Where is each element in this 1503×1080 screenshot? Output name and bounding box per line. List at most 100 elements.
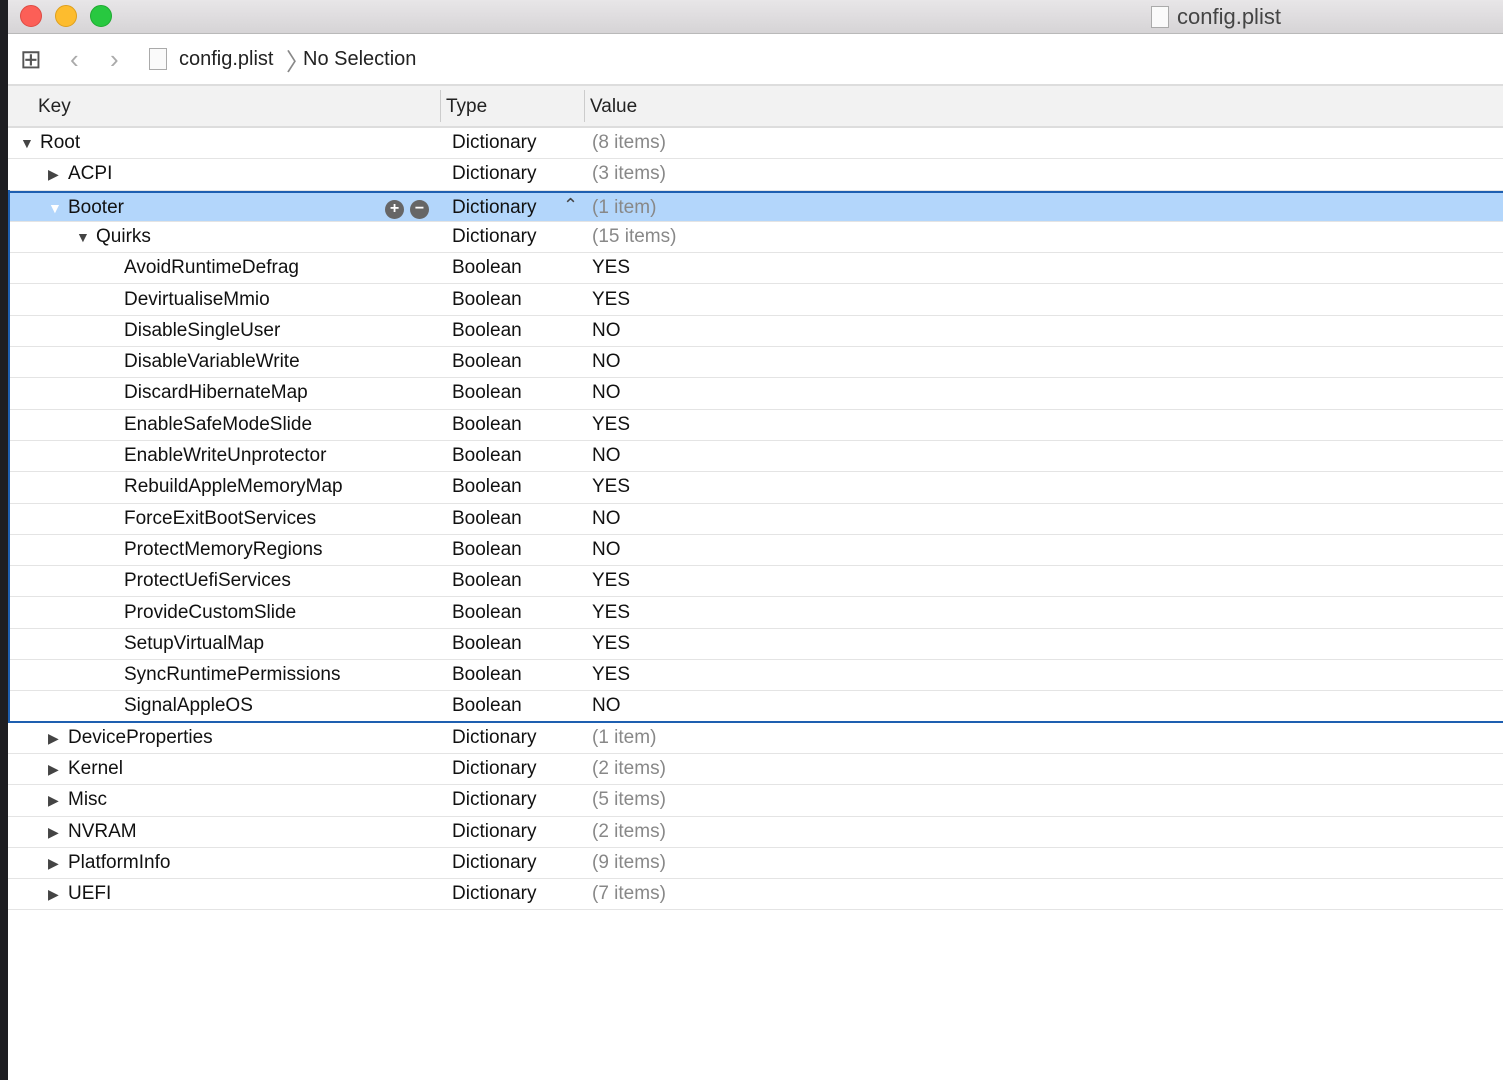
plist-row[interactable]: DisableVariableWrite Boolean NO	[8, 347, 1503, 379]
row-value[interactable]: NO	[592, 320, 621, 342]
row-key[interactable]: SetupVirtualMap	[124, 633, 264, 655]
row-type[interactable]: Dictionary	[452, 226, 536, 248]
plist-row[interactable]: EnableSafeModeSlide Boolean YES	[8, 410, 1503, 441]
row-key[interactable]: ForceExitBootServices	[124, 508, 316, 530]
row-key[interactable]: EnableSafeModeSlide	[124, 414, 312, 436]
plist-row[interactable]: ▶ NVRAM Dictionary (2 items)	[8, 817, 1503, 848]
row-key[interactable]: ProtectUefiServices	[124, 570, 291, 592]
row-value[interactable]: (1 item)	[592, 197, 656, 219]
disclosure-triangle-icon[interactable]: ▶	[48, 855, 59, 872]
row-type[interactable]: Boolean	[452, 382, 522, 404]
type-stepper-icon[interactable]: ⌃	[563, 195, 578, 216]
plist-row[interactable]: RebuildAppleMemoryMap Boolean YES	[8, 472, 1503, 504]
breadcrumb-file[interactable]: config.plist	[179, 48, 274, 71]
row-type[interactable]: Dictionary	[452, 163, 536, 185]
row-value[interactable]: NO	[592, 695, 621, 717]
row-value[interactable]: (2 items)	[592, 758, 666, 780]
row-key[interactable]: Root	[40, 132, 80, 154]
row-type[interactable]: Boolean	[452, 289, 522, 311]
row-value[interactable]: (15 items)	[592, 226, 676, 248]
plist-row[interactable]: ▼ Quirks Dictionary (15 items)	[8, 222, 1503, 254]
disclosure-triangle-icon[interactable]: ▶	[48, 886, 59, 903]
column-type[interactable]: Type	[446, 96, 487, 118]
row-value[interactable]: YES	[592, 570, 630, 592]
plist-row[interactable]: ProtectMemoryRegions Boolean NO	[8, 535, 1503, 567]
row-value[interactable]: (7 items)	[592, 883, 666, 905]
row-key[interactable]: Quirks	[96, 226, 151, 248]
row-value[interactable]: YES	[592, 289, 630, 311]
row-type[interactable]: Boolean	[452, 257, 522, 279]
row-value[interactable]: (5 items)	[592, 789, 666, 811]
row-key[interactable]: Booter	[68, 197, 124, 219]
plist-row[interactable]: ▶ ACPI Dictionary (3 items)	[8, 159, 1503, 191]
disclosure-triangle-icon[interactable]: ▼	[76, 229, 90, 245]
row-type[interactable]: Boolean	[452, 664, 522, 686]
plist-row[interactable]: SyncRuntimePermissions Boolean YES	[8, 660, 1503, 692]
breadcrumb-selection[interactable]: No Selection	[303, 48, 416, 71]
row-key[interactable]: ACPI	[68, 163, 112, 185]
row-type[interactable]: Boolean	[452, 445, 522, 467]
add-item-icon[interactable]: +	[385, 199, 404, 219]
row-type[interactable]: Boolean	[452, 508, 522, 530]
row-key[interactable]: EnableWriteUnprotector	[124, 445, 326, 467]
disclosure-triangle-icon[interactable]: ▶	[48, 824, 59, 841]
plist-row[interactable]: ▶ DeviceProperties Dictionary (1 item)	[8, 723, 1503, 754]
row-type[interactable]: Boolean	[452, 320, 522, 342]
plist-row[interactable]: ▼ Booter + − ⌃ Dictionary (1 item)	[8, 190, 1503, 222]
row-value[interactable]: YES	[592, 602, 630, 624]
plist-row[interactable]: SetupVirtualMap Boolean YES	[8, 629, 1503, 661]
row-value[interactable]: NO	[592, 382, 621, 404]
row-type[interactable]: Dictionary	[452, 197, 536, 219]
row-value[interactable]: (2 items)	[592, 821, 666, 843]
disclosure-triangle-icon[interactable]: ▶	[48, 730, 59, 747]
plist-row[interactable]: SignalAppleOS Boolean NO	[8, 691, 1503, 723]
row-key[interactable]: UEFI	[68, 883, 111, 905]
column-divider[interactable]	[584, 90, 585, 122]
close-button[interactable]	[20, 5, 42, 27]
row-type[interactable]: Dictionary	[452, 727, 536, 749]
row-type[interactable]: Boolean	[452, 602, 522, 624]
row-type[interactable]: Dictionary	[452, 758, 536, 780]
row-type[interactable]: Boolean	[452, 695, 522, 717]
forward-icon[interactable]: ›	[110, 44, 119, 75]
row-key[interactable]: PlatformInfo	[68, 852, 170, 874]
disclosure-triangle-icon[interactable]: ▶	[48, 792, 59, 809]
row-key[interactable]: RebuildAppleMemoryMap	[124, 476, 343, 498]
column-value[interactable]: Value	[590, 96, 637, 118]
row-value[interactable]: NO	[592, 445, 621, 467]
row-type[interactable]: Dictionary	[452, 132, 536, 154]
row-value[interactable]: YES	[592, 414, 630, 436]
plist-row[interactable]: EnableWriteUnprotector Boolean NO	[8, 441, 1503, 473]
row-value[interactable]: YES	[592, 664, 630, 686]
plist-row[interactable]: ▶ UEFI Dictionary (7 items)	[8, 879, 1503, 911]
column-key[interactable]: Key	[38, 96, 71, 118]
disclosure-triangle-icon[interactable]: ▼	[20, 135, 34, 151]
minimize-button[interactable]	[55, 5, 77, 27]
row-key[interactable]: NVRAM	[68, 821, 137, 843]
row-key[interactable]: DisableSingleUser	[124, 320, 280, 342]
column-divider[interactable]	[440, 90, 441, 122]
plist-row[interactable]: ForceExitBootServices Boolean NO	[8, 504, 1503, 535]
row-key[interactable]: DevirtualiseMmio	[124, 289, 270, 311]
row-type[interactable]: Dictionary	[452, 883, 536, 905]
row-value[interactable]: YES	[592, 257, 630, 279]
row-value[interactable]: (9 items)	[592, 852, 666, 874]
disclosure-triangle-icon[interactable]: ▼	[48, 200, 62, 216]
disclosure-triangle-icon[interactable]: ▶	[48, 166, 59, 183]
plist-row[interactable]: ▶ Kernel Dictionary (2 items)	[8, 754, 1503, 786]
row-key[interactable]: DisableVariableWrite	[124, 351, 300, 373]
row-key[interactable]: AvoidRuntimeDefrag	[124, 257, 299, 279]
row-type[interactable]: Dictionary	[452, 789, 536, 811]
row-value[interactable]: YES	[592, 633, 630, 655]
plist-row[interactable]: ProvideCustomSlide Boolean YES	[8, 598, 1503, 629]
row-value[interactable]: NO	[592, 508, 621, 530]
zoom-button[interactable]	[90, 5, 112, 27]
plist-row[interactable]: DisableSingleUser Boolean NO	[8, 316, 1503, 348]
row-type[interactable]: Dictionary	[452, 821, 536, 843]
row-value[interactable]: (3 items)	[592, 163, 666, 185]
plist-row[interactable]: DevirtualiseMmio Boolean YES	[8, 285, 1503, 316]
plist-row[interactable]: AvoidRuntimeDefrag Boolean YES	[8, 253, 1503, 285]
plist-row[interactable]: ▶ PlatformInfo Dictionary (9 items)	[8, 848, 1503, 880]
row-key[interactable]: SyncRuntimePermissions	[124, 664, 340, 686]
plist-row[interactable]: ▶ Misc Dictionary (5 items)	[8, 785, 1503, 817]
